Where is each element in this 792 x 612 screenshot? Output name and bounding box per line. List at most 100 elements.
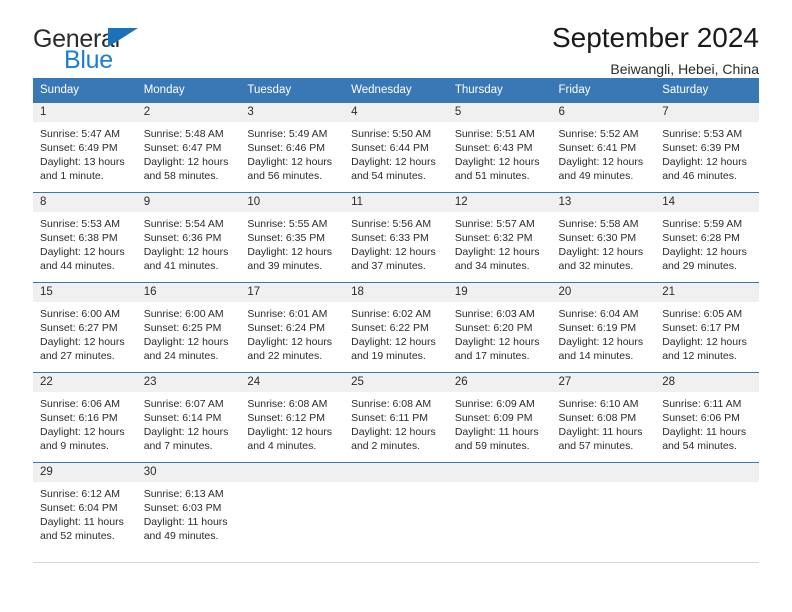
day-number: 24: [240, 373, 345, 392]
page-header: General Blue September 2024 Beiwangli, H…: [33, 0, 759, 78]
day-details: [240, 482, 344, 487]
sunset-text: Sunset: 6:12 PM: [247, 412, 326, 424]
calendar-day-cell[interactable]: 20 Sunrise: 6:04 AM Sunset: 6:19 PM Dayligh…: [551, 282, 656, 373]
day-number: 28: [655, 373, 759, 392]
daylight-text-line2: and 51 minutes.: [454, 170, 530, 182]
day-details: [448, 482, 552, 487]
daylight-text-line2: and 49 minutes.: [143, 530, 219, 542]
page-title: September 2024: [551, 22, 759, 53]
calendar-day-cell[interactable]: 17 Sunrise: 6:01 AM Sunset: 6:24 PM Dayligh…: [240, 282, 345, 373]
day-number: 16: [136, 283, 241, 302]
day-number: 29: [33, 463, 137, 482]
calendar-day-cell[interactable]: 3 Sunrise: 5:49 AM Sunset: 6:46 PM Daylight…: [240, 102, 345, 193]
calendar-day-cell[interactable]: 18 Sunrise: 6:02 AM Sunset: 6:22 PM Dayligh…: [344, 282, 448, 373]
day-number: 10: [240, 193, 345, 212]
daylight-text-line1: Daylight: 12 hours: [351, 426, 436, 438]
calendar-day-cell[interactable]: 22 Sunrise: 6:06 AM Sunset: 6:16 PM Dayligh…: [33, 372, 137, 463]
sunset-text: Sunset: 6:35 PM: [247, 232, 326, 244]
calendar-day-cell[interactable]: 19 Sunrise: 6:03 AM Sunset: 6:20 PM Dayligh…: [447, 282, 552, 373]
daylight-text-line1: Daylight: 13 hours: [40, 156, 125, 168]
day-number: 6: [551, 103, 656, 122]
brand-name-bottom: Blue: [64, 46, 113, 74]
calendar-day-cell[interactable]: 4 Sunrise: 5:50 AM Sunset: 6:44 PM Daylight…: [344, 102, 448, 193]
daylight-text-line2: and 2 minutes.: [351, 440, 420, 452]
daylight-text-line1: Daylight: 12 hours: [143, 246, 229, 258]
calendar-day-cell-empty: [551, 462, 656, 563]
sunset-text: Sunset: 6:28 PM: [662, 232, 740, 244]
day-number: 30: [136, 463, 241, 482]
calendar-day-cell[interactable]: 24 Sunrise: 6:08 AM Sunset: 6:12 PM Dayligh…: [240, 372, 345, 463]
sunset-text: Sunset: 6:46 PM: [247, 142, 326, 154]
calendar-day-cell[interactable]: 2 Sunrise: 5:48 AM Sunset: 6:47 PM Daylight…: [136, 102, 241, 193]
day-number: [551, 463, 656, 482]
daylight-text-line1: Daylight: 12 hours: [143, 336, 229, 348]
sunrise-text: Sunrise: 5:58 AM: [558, 218, 639, 230]
day-details: Sunrise: 5:49 AM Sunset: 6:46 PM Daylight:…: [240, 122, 344, 183]
sunset-text: Sunset: 6:17 PM: [662, 322, 740, 334]
calendar-day-cell[interactable]: 26 Sunrise: 6:09 AM Sunset: 6:09 PM Dayligh…: [447, 372, 552, 463]
title-block: September 2024 Beiwangli, Hebei, China: [552, 22, 759, 77]
daylight-text-line2: and 54 minutes.: [351, 170, 426, 182]
sunset-text: Sunset: 6:03 PM: [143, 502, 222, 514]
day-details: Sunrise: 6:06 AM Sunset: 6:16 PM Daylight:…: [33, 392, 137, 453]
calendar-day-cell[interactable]: 21 Sunrise: 6:05 AM Sunset: 6:17 PM Dayligh…: [655, 282, 759, 373]
day-number: 3: [240, 103, 345, 122]
calendar-day-cell[interactable]: 14 Sunrise: 5:59 AM Sunset: 6:28 PM Dayligh…: [655, 192, 759, 283]
sunrise-text: Sunrise: 6:03 AM: [454, 308, 535, 320]
calendar-day-cell[interactable]: 28 Sunrise: 6:11 AM Sunset: 6:06 PM Dayligh…: [655, 372, 759, 463]
calendar-day-cell-empty: [447, 462, 552, 563]
calendar-day-cell[interactable]: 27 Sunrise: 6:10 AM Sunset: 6:08 PM Dayligh…: [551, 372, 656, 463]
calendar-day-cell[interactable]: 15 Sunrise: 6:00 AM Sunset: 6:27 PM Dayligh…: [33, 282, 137, 373]
calendar-day-cell[interactable]: 7 Sunrise: 5:53 AM Sunset: 6:39 PM Daylight…: [655, 102, 759, 193]
daylight-text-line1: Daylight: 12 hours: [351, 246, 436, 258]
weekday-header-thursday: Thursday: [447, 78, 552, 103]
calendar-day-cell[interactable]: 6 Sunrise: 5:52 AM Sunset: 6:41 PM Daylight…: [551, 102, 656, 193]
day-number: 20: [551, 283, 656, 302]
day-details: Sunrise: 6:08 AM Sunset: 6:11 PM Daylight:…: [344, 392, 448, 453]
daylight-text-line1: Daylight: 12 hours: [40, 336, 125, 348]
calendar-day-cell[interactable]: 8 Sunrise: 5:53 AM Sunset: 6:38 PM Daylight…: [33, 192, 137, 283]
daylight-text-line2: and 19 minutes.: [351, 350, 426, 362]
sunrise-text: Sunrise: 6:07 AM: [143, 398, 224, 410]
calendar-week-row: 8 Sunrise: 5:53 AM Sunset: 6:38 PM Daylight…: [33, 192, 759, 283]
day-details: Sunrise: 6:04 AM Sunset: 6:19 PM Daylight:…: [552, 302, 656, 363]
sunrise-text: Sunrise: 6:11 AM: [662, 398, 742, 410]
calendar-day-cell[interactable]: 25 Sunrise: 6:08 AM Sunset: 6:11 PM Dayligh…: [344, 372, 448, 463]
calendar-day-cell[interactable]: 29 Sunrise: 6:12 AM Sunset: 6:04 PM Dayligh…: [33, 462, 137, 563]
brand-logo[interactable]: General Blue: [33, 27, 223, 75]
sunset-text: Sunset: 6:09 PM: [454, 412, 533, 424]
daylight-text-line2: and 56 minutes.: [247, 170, 323, 182]
calendar-day-cell[interactable]: 11 Sunrise: 5:56 AM Sunset: 6:33 PM Dayligh…: [344, 192, 448, 283]
calendar-day-cell[interactable]: 30 Sunrise: 6:13 AM Sunset: 6:03 PM Dayligh…: [136, 462, 241, 563]
calendar-day-cell[interactable]: 16 Sunrise: 6:00 AM Sunset: 6:25 PM Dayligh…: [136, 282, 241, 373]
day-number: 7: [655, 103, 759, 122]
daylight-text-line2: and 9 minutes.: [40, 440, 109, 452]
calendar-week-row: 1 Sunrise: 5:47 AM Sunset: 6:49 PM Daylight…: [33, 102, 759, 193]
daylight-text-line2: and 44 minutes.: [40, 260, 115, 272]
day-details: Sunrise: 5:52 AM Sunset: 6:41 PM Daylight:…: [552, 122, 656, 183]
day-details: [655, 482, 759, 487]
sunrise-text: Sunrise: 6:00 AM: [40, 308, 120, 320]
calendar-day-cell[interactable]: 10 Sunrise: 5:55 AM Sunset: 6:35 PM Dayligh…: [240, 192, 345, 283]
day-details: Sunrise: 5:57 AM Sunset: 6:32 PM Daylight:…: [448, 212, 552, 273]
day-number: [240, 463, 345, 482]
daylight-text-line2: and 59 minutes.: [454, 440, 530, 452]
day-number: 17: [240, 283, 345, 302]
sunset-text: Sunset: 6:14 PM: [143, 412, 222, 424]
day-number: 8: [33, 193, 137, 212]
calendar-day-cell[interactable]: 1 Sunrise: 5:47 AM Sunset: 6:49 PM Daylight…: [33, 102, 137, 193]
calendar-day-cell[interactable]: 13 Sunrise: 5:58 AM Sunset: 6:30 PM Dayligh…: [551, 192, 656, 283]
calendar-day-cell[interactable]: 9 Sunrise: 5:54 AM Sunset: 6:36 PM Daylight…: [136, 192, 241, 283]
calendar-day-cell[interactable]: 5 Sunrise: 5:51 AM Sunset: 6:43 PM Daylight…: [447, 102, 552, 193]
daylight-text-line1: Daylight: 11 hours: [454, 426, 539, 438]
sunset-text: Sunset: 6:25 PM: [143, 322, 222, 334]
weekday-header-monday: Monday: [136, 78, 241, 103]
sunset-text: Sunset: 6:20 PM: [454, 322, 533, 334]
sunset-text: Sunset: 6:30 PM: [558, 232, 637, 244]
page-subtitle: Beiwangli, Hebei, China: [610, 61, 759, 78]
day-number: 22: [33, 373, 137, 392]
daylight-text-line2: and 22 minutes.: [247, 350, 323, 362]
calendar-day-cell[interactable]: 12 Sunrise: 5:57 AM Sunset: 6:32 PM Dayligh…: [447, 192, 552, 283]
calendar-day-cell[interactable]: 23 Sunrise: 6:07 AM Sunset: 6:14 PM Dayligh…: [136, 372, 241, 463]
day-details: Sunrise: 6:05 AM Sunset: 6:17 PM Daylight:…: [655, 302, 759, 363]
